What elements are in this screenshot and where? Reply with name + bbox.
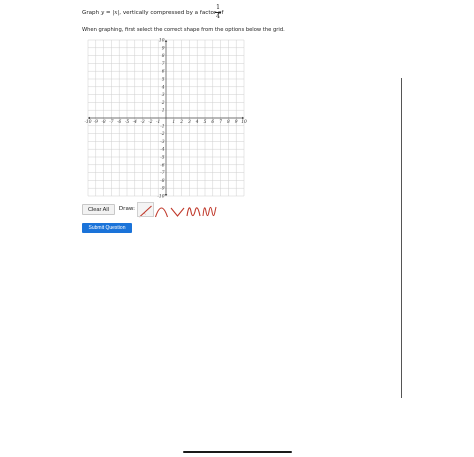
x-tick-label: -5 xyxy=(125,120,129,125)
y-tick-label: -8 xyxy=(160,179,164,184)
x-tick-label: 10 xyxy=(241,120,247,125)
home-indicator xyxy=(183,451,292,453)
cubic-wave-shape-icon xyxy=(186,206,201,216)
x-tick-label: 5 xyxy=(204,120,207,125)
x-tick-label: 2 xyxy=(179,120,183,125)
y-tick-label: -9 xyxy=(160,187,164,192)
instructions-text: When graphing, first select the correct … xyxy=(82,27,285,33)
clear-all-button[interactable]: Clear All xyxy=(82,203,115,215)
y-tick-label: 4 xyxy=(161,85,165,90)
compression-fraction: 1 4 xyxy=(214,4,222,21)
x-tick-label: -3 xyxy=(140,120,144,125)
x-tick-label: -4 xyxy=(133,120,137,125)
y-axis-arrow-up xyxy=(164,40,168,42)
y-tick-label: 1 xyxy=(162,109,165,114)
x-tick-label: 7 xyxy=(219,120,222,125)
scrollbar[interactable] xyxy=(401,78,402,398)
y-tick-label: 6 xyxy=(162,70,165,75)
y-tick-label: -5 xyxy=(160,156,164,161)
y-tick-label: 2 xyxy=(161,101,165,106)
line-shape-icon xyxy=(139,205,152,217)
x-axis-arrow-left xyxy=(88,116,90,120)
shape-option-cubic-wave[interactable] xyxy=(186,203,201,216)
graph-grid[interactable]: -10 -9 -8 -7 -6 -5 -4 -3 -2 -1 1 2 3 4 5 6 7 8 9 1010987654… xyxy=(82,36,250,200)
x-tick-label: 9 xyxy=(235,120,238,125)
y-tick-label: 7 xyxy=(162,62,165,67)
y-tick-label: 3 xyxy=(162,93,165,98)
x-tick-label: -8 xyxy=(101,120,105,125)
y-tick-label: 9 xyxy=(162,46,165,51)
y-tick-label: -3 xyxy=(160,140,164,145)
submit-question-button[interactable]: Submit Question xyxy=(82,223,132,233)
question-text: Graph y = |x|, vertically compressed by … xyxy=(82,7,223,19)
draw-label: Draw: xyxy=(118,206,136,212)
y-tick-label: -1 xyxy=(160,124,164,129)
x-tick-label: -6 xyxy=(117,120,121,125)
shape-option-parabola[interactable] xyxy=(154,203,169,217)
shape-option-sine-wave[interactable] xyxy=(202,203,217,216)
question-suffix: , vertically compressed by a factor of xyxy=(119,10,224,16)
question-prefix: Graph xyxy=(82,10,101,16)
sine-wave-shape-icon xyxy=(202,206,217,216)
x-tick-label: 4 xyxy=(195,120,199,125)
parabola-shape-icon xyxy=(155,206,169,217)
y-tick-label: 10 xyxy=(159,39,165,44)
y-tick-label: -2 xyxy=(160,132,164,137)
y-tick-label: -4 xyxy=(160,148,164,153)
y-tick-label: 5 xyxy=(162,78,165,83)
x-tick-label: 8 xyxy=(227,120,230,125)
y-tick-label: -6 xyxy=(160,163,164,168)
y-tick-label: -10 xyxy=(157,195,164,200)
fraction-numerator: 1 xyxy=(216,4,220,11)
fraction-denominator: 4 xyxy=(216,13,220,20)
graph-toolbar: Clear All Draw: xyxy=(82,201,217,217)
shape-option-absolute-value[interactable] xyxy=(170,203,185,217)
x-tick-label: 6 xyxy=(211,120,214,125)
question-equation: y = |x| xyxy=(100,10,120,16)
x-tick-label: -9 xyxy=(94,120,98,125)
y-axis-arrow-down xyxy=(164,194,168,196)
absolute-value-shape-icon xyxy=(170,207,185,217)
x-tick-label: 3 xyxy=(188,120,191,125)
x-tick-label: -2 xyxy=(148,120,152,125)
x-tick-label: -10 xyxy=(84,120,91,125)
shape-option-line[interactable] xyxy=(137,201,155,217)
y-tick-label: -7 xyxy=(160,171,164,176)
y-tick-label: 8 xyxy=(162,54,165,59)
x-tick-label: 1 xyxy=(172,120,175,125)
x-tick-label: -7 xyxy=(109,120,113,125)
x-axis-arrow-right xyxy=(242,116,244,120)
